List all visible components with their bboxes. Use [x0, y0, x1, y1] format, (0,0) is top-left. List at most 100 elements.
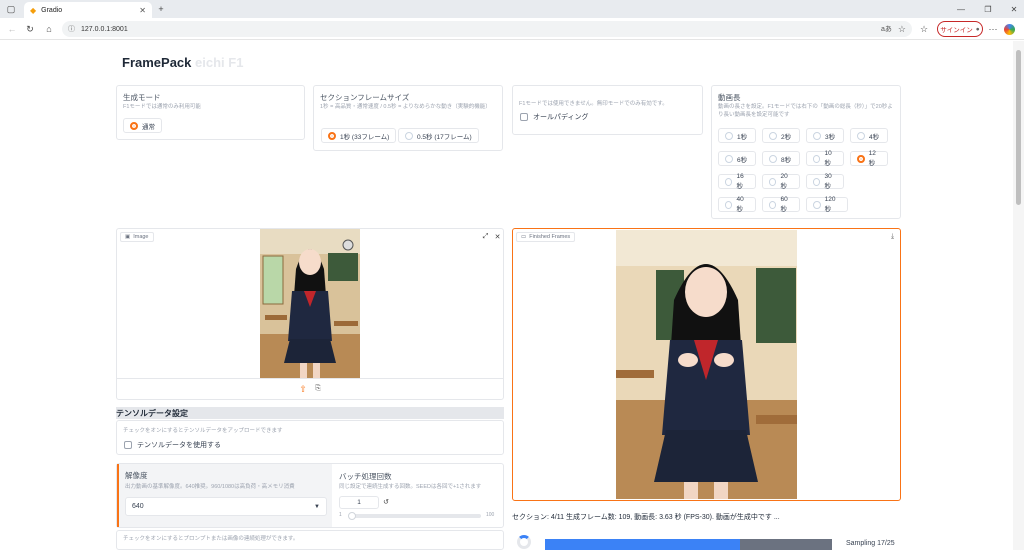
batch-min: 1: [339, 512, 342, 518]
padding-panel: F1モードでは使用できません。無印モードでのみ有効です。 オールパディング: [512, 85, 703, 135]
resolution-panel: 解像度 出力動画の基準解像度。640推奨。960/1080は高負荷・高メモリ消費…: [117, 464, 332, 527]
radio-icon: [769, 200, 777, 209]
video-length-option-label: 120秒: [824, 196, 836, 213]
video-length-panel: 動画長 動画の長さを設定。F1モードでは右下の「動画の総長（秒）」で20秒より長…: [711, 85, 901, 219]
video-length-option-label: 30秒: [824, 173, 832, 190]
radio-icon: [725, 200, 733, 209]
section-frame-option-1s[interactable]: 1秒 (33フレーム): [321, 128, 397, 143]
reload-icon[interactable]: ↻: [24, 23, 36, 35]
tensor-info: チェックをオンにするとテンソルデータをアップロードできます: [123, 428, 283, 434]
batch-info: 同じ設定で連続生成する回数。SEEDは各回で+1されます: [339, 484, 482, 490]
avatar-icon: ●: [975, 25, 980, 33]
resolution-label: 解像度: [125, 471, 148, 480]
close-window-icon[interactable]: ✕: [1008, 3, 1020, 15]
video-length-option[interactable]: 1秒: [718, 128, 756, 143]
dropdown-arrow-icon: ▼: [314, 503, 320, 510]
new-tab-icon[interactable]: +: [155, 3, 167, 15]
radio-icon: [725, 154, 733, 163]
video-icon: ▭: [521, 234, 527, 240]
section-frame-label: セクションフレームサイズ: [320, 93, 410, 102]
signin-button[interactable]: サインイン ●: [937, 21, 983, 37]
video-length-option-label: 40秒: [736, 196, 744, 213]
scrollbar-thumb[interactable]: [1016, 50, 1021, 205]
video-length-option-label: 60秒: [780, 196, 788, 213]
video-length-option-label: 16秒: [736, 173, 744, 190]
progress-fill: [545, 539, 741, 550]
copilot-icon[interactable]: [1004, 24, 1015, 35]
video-length-option[interactable]: 60秒: [762, 196, 800, 213]
site-info-icon[interactable]: ⓘ: [68, 24, 75, 34]
video-length-info: 動画の長さを設定。F1モードでは右下の「動画の総長（秒）」で20秒より長い動画長…: [718, 104, 893, 118]
page-title: FramePack eichi F1: [122, 55, 244, 70]
minimize-icon[interactable]: —: [955, 3, 967, 15]
batch-mode-panel: チェックをオンにするとプロンプトまたは画像の連続処理ができます。: [116, 530, 504, 550]
video-length-option[interactable]: 8秒: [762, 151, 800, 166]
url-text: 127.0.0.1:8001: [81, 25, 128, 33]
more-menu-icon[interactable]: ···: [987, 23, 999, 35]
batch-label: バッチ処理回数: [339, 472, 392, 481]
output-video[interactable]: [616, 230, 797, 499]
favorites-icon[interactable]: ☆: [918, 23, 930, 35]
batch-mode-info: チェックをオンにするとプロンプトまたは画像の連続処理ができます。: [123, 536, 299, 542]
padding-info: F1モードでは使用できません。無印モードでのみ有効です。: [519, 101, 668, 107]
video-length-option[interactable]: 30秒: [806, 173, 844, 190]
video-length-option[interactable]: 2秒: [762, 128, 800, 143]
radio-icon: [813, 177, 821, 186]
use-tensor-checkbox[interactable]: テンソルデータを使用する: [124, 440, 221, 450]
sidebar-toggle-icon[interactable]: ▢: [6, 4, 16, 14]
back-icon[interactable]: ←: [6, 23, 18, 35]
video-length-option[interactable]: 12秒: [850, 150, 888, 167]
gen-mode-panel: 生成モード F1モードでは通常のみ利用可能 通常: [116, 85, 305, 140]
input-image[interactable]: [260, 229, 360, 378]
finished-frames-tag: ▭ Finished Frames: [516, 232, 576, 242]
close-tab-icon[interactable]: ✕: [139, 6, 146, 15]
video-length-option[interactable]: 40秒: [718, 196, 756, 213]
all-padding-checkbox[interactable]: オールパディング: [520, 112, 589, 122]
tensor-header: テンソルデータ設定: [116, 409, 188, 418]
video-length-option[interactable]: 20秒: [762, 173, 800, 190]
gen-mode-label: 生成モード: [123, 93, 161, 102]
url-field[interactable]: ⓘ 127.0.0.1:8001 aあ ☆: [62, 21, 912, 37]
section-frame-option-05s[interactable]: 0.5秒 (17フレーム): [398, 128, 479, 143]
loading-spinner-icon: [517, 535, 531, 549]
gen-mode-option-normal[interactable]: 通常: [123, 118, 162, 133]
progress-label: Sampling 17/25: [846, 540, 895, 547]
divider: [117, 378, 503, 379]
progress-bar: [545, 539, 832, 550]
batch-max: 100: [486, 512, 495, 518]
radio-icon: [725, 131, 733, 140]
video-length-option-label: 8秒: [781, 156, 792, 164]
video-length-option[interactable]: 120秒: [806, 196, 848, 213]
video-length-option-label: 20秒: [780, 173, 788, 190]
radio-icon: [857, 131, 865, 140]
tab-title: Gradio: [41, 6, 63, 14]
home-icon[interactable]: ⌂: [43, 23, 55, 35]
section-frame-info: 1秒 = 高品質・通常速度 / 0.5秒 = よりなめらかな動き（実験的機能）: [320, 104, 491, 110]
resolution-select[interactable]: 640 ▼: [125, 497, 327, 516]
batch-slider[interactable]: [351, 514, 481, 518]
fullscreen-icon[interactable]: ⤢: [481, 232, 490, 241]
browser-tab[interactable]: ◆ Gradio ✕: [24, 2, 152, 18]
checkbox-icon: [124, 441, 132, 449]
upload-icon[interactable]: ⇧: [298, 384, 308, 394]
batch-number-input[interactable]: 1: [339, 496, 379, 509]
video-length-option[interactable]: 16秒: [718, 173, 756, 190]
image-label-tag: ▣ Image: [120, 232, 154, 242]
video-length-option[interactable]: 4秒: [850, 128, 888, 143]
tensor-panel: チェックをオンにするとテンソルデータをアップロードできます テンソルデータを使用…: [116, 420, 504, 455]
video-length-option[interactable]: 10秒: [806, 150, 844, 167]
translate-icon[interactable]: aあ: [881, 24, 892, 34]
gradio-logo-icon: ◆: [30, 5, 37, 15]
reset-icon[interactable]: ↺: [381, 497, 391, 507]
video-length-option[interactable]: 6秒: [718, 151, 756, 166]
clipboard-icon[interactable]: ⎘: [313, 384, 323, 394]
favorite-star-icon[interactable]: ☆: [898, 24, 906, 35]
clear-image-icon[interactable]: ✕: [493, 232, 502, 241]
video-length-option[interactable]: 3秒: [806, 128, 844, 143]
video-length-option-label: 3秒: [825, 133, 836, 141]
batch-slider-thumb[interactable]: [348, 512, 356, 520]
maximize-icon[interactable]: ❐: [982, 3, 994, 15]
video-length-option-label: 12秒: [868, 150, 876, 167]
video-length-option-label: 6秒: [737, 156, 748, 164]
download-icon[interactable]: ⤓: [888, 232, 897, 241]
